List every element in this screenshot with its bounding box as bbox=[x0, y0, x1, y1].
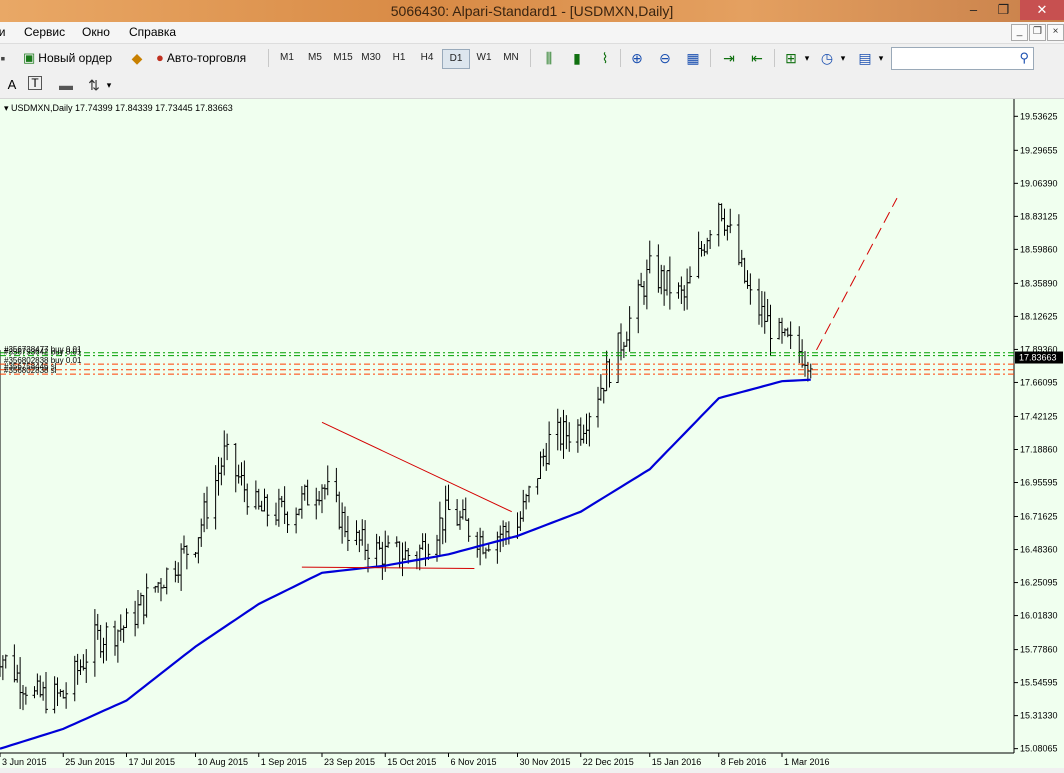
toolbar-edge-icon[interactable]: ▪ bbox=[0, 49, 12, 67]
x-tick-label: 23 Sep 2015 bbox=[324, 757, 375, 767]
y-tick-label: 15.54595 bbox=[1020, 678, 1058, 688]
minimize-button[interactable]: – bbox=[960, 0, 987, 20]
tf-m15-button[interactable]: M15 bbox=[330, 49, 356, 67]
tf-mn-button[interactable]: MN bbox=[498, 49, 524, 67]
x-tick-label: 30 Nov 2015 bbox=[520, 757, 571, 767]
toolbar-separator bbox=[620, 49, 621, 67]
y-tick-label: 16.71625 bbox=[1020, 512, 1058, 522]
chevron-down-icon[interactable]: ▾ bbox=[100, 76, 118, 94]
new-order-label: Новый ордер bbox=[38, 50, 113, 65]
menu-bar: ии Сервис Окно Справка _ ❐ × bbox=[0, 22, 1064, 44]
zoom-in-icon[interactable]: ⊕ bbox=[628, 49, 646, 67]
y-tick-label: 18.83125 bbox=[1020, 211, 1058, 221]
child-minimize-button[interactable]: _ bbox=[1011, 24, 1028, 41]
auto-trading-button[interactable]: ● Авто-торговля bbox=[156, 47, 246, 68]
window-title: 5066430: Alpari-Standard1 - [USDMXN,Dail… bbox=[390, 3, 674, 19]
chart-canvas[interactable]: 19.53625 19.29655 19.06390 18.83125 18.59860… bbox=[0, 99, 1064, 768]
y-tick-label: 19.06390 bbox=[1020, 178, 1058, 188]
y-tick-label: 16.95595 bbox=[1020, 478, 1058, 488]
tf-d1-button[interactable]: D1 bbox=[442, 49, 470, 69]
y-tick-label: 18.12625 bbox=[1020, 311, 1058, 321]
symbol-header: ▾ USDMXN,Daily 17.74399 17.84339 17.7344… bbox=[4, 103, 233, 114]
autoscroll-icon[interactable]: ⇥ bbox=[720, 49, 738, 67]
text-tool-icon[interactable]: A bbox=[3, 76, 21, 94]
x-tick-label: 1 Mar 2016 bbox=[784, 757, 830, 767]
menu-item-window[interactable]: Окно bbox=[82, 25, 110, 39]
y-tick-label: 18.59860 bbox=[1020, 244, 1058, 254]
symbol-ohlc: USDMXN,Daily 17.74399 17.84339 17.73445 … bbox=[11, 103, 233, 113]
x-tick-label: 22 Dec 2015 bbox=[583, 757, 634, 767]
x-tick-label: 15 Jan 2016 bbox=[652, 757, 702, 767]
price-chart[interactable]: ▾ USDMXN,Daily 17.74399 17.84339 17.7344… bbox=[0, 99, 1064, 768]
main-toolbar: ▪ ▣ Новый ордер ◆ ● Авто-торговля M1 M5 … bbox=[0, 44, 1064, 73]
y-tick-label: 18.35890 bbox=[1020, 278, 1058, 288]
y-tick-label: 16.48360 bbox=[1020, 545, 1058, 555]
x-tick-label: 3 Jun 2015 bbox=[2, 757, 47, 767]
tf-m1-button[interactable]: M1 bbox=[274, 49, 300, 67]
tile-windows-icon[interactable]: ▦ bbox=[684, 49, 702, 67]
experts-icon[interactable]: ◆ bbox=[128, 49, 146, 67]
x-tick-label: 25 Jun 2015 bbox=[65, 757, 115, 767]
tf-h4-button[interactable]: H4 bbox=[414, 49, 440, 67]
auto-trading-icon: ● bbox=[156, 50, 164, 65]
menu-item-service[interactable]: Сервис bbox=[24, 25, 65, 39]
bar-chart-icon[interactable]: ⫼ bbox=[540, 49, 558, 67]
y-tick-label: 19.53625 bbox=[1020, 111, 1058, 121]
x-tick-label: 17 Jul 2015 bbox=[129, 757, 176, 767]
chevron-down-icon[interactable]: ▾ bbox=[834, 49, 852, 67]
trendline bbox=[301, 566, 475, 570]
trendline bbox=[816, 197, 898, 351]
menu-item-view[interactable]: ии bbox=[0, 25, 5, 39]
tf-w1-button[interactable]: W1 bbox=[471, 49, 497, 67]
tf-h1-button[interactable]: H1 bbox=[386, 49, 412, 67]
order-label: #356802838 sl bbox=[4, 366, 57, 375]
x-tick-label: 15 Oct 2015 bbox=[387, 757, 436, 767]
x-tick-label: 8 Feb 2016 bbox=[721, 757, 767, 767]
zoom-out-icon[interactable]: ⊖ bbox=[656, 49, 674, 67]
text-label-tool-icon[interactable]: T bbox=[28, 76, 42, 90]
y-tick-label: 15.77860 bbox=[1020, 645, 1058, 655]
toolbar-separator bbox=[710, 49, 711, 67]
line-chart-icon[interactable]: ⌇ bbox=[596, 49, 614, 67]
close-button[interactable]: ✕ bbox=[1020, 0, 1064, 20]
new-order-button[interactable]: ▣ Новый ордер bbox=[23, 47, 112, 68]
y-tick-label: 15.08065 bbox=[1020, 744, 1058, 754]
toolbar-separator bbox=[530, 49, 531, 67]
child-close-button[interactable]: × bbox=[1047, 24, 1064, 41]
price-scale bbox=[1014, 99, 1064, 768]
title-bar: 5066430: Alpari-Standard1 - [USDMXN,Dail… bbox=[0, 0, 1064, 23]
tf-m30-button[interactable]: M30 bbox=[358, 49, 384, 67]
current-price-label: 17.83663 bbox=[1019, 353, 1057, 363]
child-restore-button[interactable]: ❐ bbox=[1029, 24, 1046, 41]
menu-item-help[interactable]: Справка bbox=[129, 25, 176, 39]
x-tick-label: 1 Sep 2015 bbox=[261, 757, 307, 767]
y-tick-label: 16.25095 bbox=[1020, 578, 1058, 588]
drawing-toolbar: A T ▬ ⇅ ▾ bbox=[0, 72, 1064, 99]
y-tick-label: 17.42125 bbox=[1020, 411, 1058, 421]
x-tick-label: 10 Aug 2015 bbox=[198, 757, 249, 767]
chevron-down-icon[interactable]: ▾ bbox=[798, 49, 816, 67]
trendline bbox=[321, 421, 512, 513]
search-input[interactable]: ⚲ bbox=[891, 47, 1034, 70]
candlestick-icon[interactable]: ▮ bbox=[568, 49, 586, 67]
y-tick-label: 17.18860 bbox=[1020, 444, 1058, 454]
chevron-down-icon[interactable]: ▾ bbox=[872, 49, 890, 67]
rectangle-label-icon[interactable]: ▬ bbox=[57, 76, 75, 94]
tf-m5-button[interactable]: M5 bbox=[302, 49, 328, 67]
moving-average-line bbox=[0, 378, 811, 750]
toolbar-separator bbox=[774, 49, 775, 67]
chart-shift-icon[interactable]: ⇤ bbox=[748, 49, 766, 67]
y-tick-label: 16.01830 bbox=[1020, 611, 1058, 621]
toolbar-separator bbox=[268, 49, 269, 67]
search-icon[interactable]: ⚲ bbox=[1019, 50, 1029, 66]
y-tick-label: 17.66095 bbox=[1020, 377, 1058, 387]
x-tick-label: 6 Nov 2015 bbox=[451, 757, 497, 767]
restore-button[interactable]: ❐ bbox=[990, 0, 1017, 20]
auto-trading-label: Авто-торговля bbox=[166, 50, 247, 65]
y-tick-label: 15.31330 bbox=[1020, 711, 1058, 721]
y-tick-label: 19.29655 bbox=[1020, 145, 1058, 155]
chart-dropdown-icon[interactable]: ▾ bbox=[4, 103, 9, 113]
new-order-icon: ▣ bbox=[23, 49, 36, 65]
